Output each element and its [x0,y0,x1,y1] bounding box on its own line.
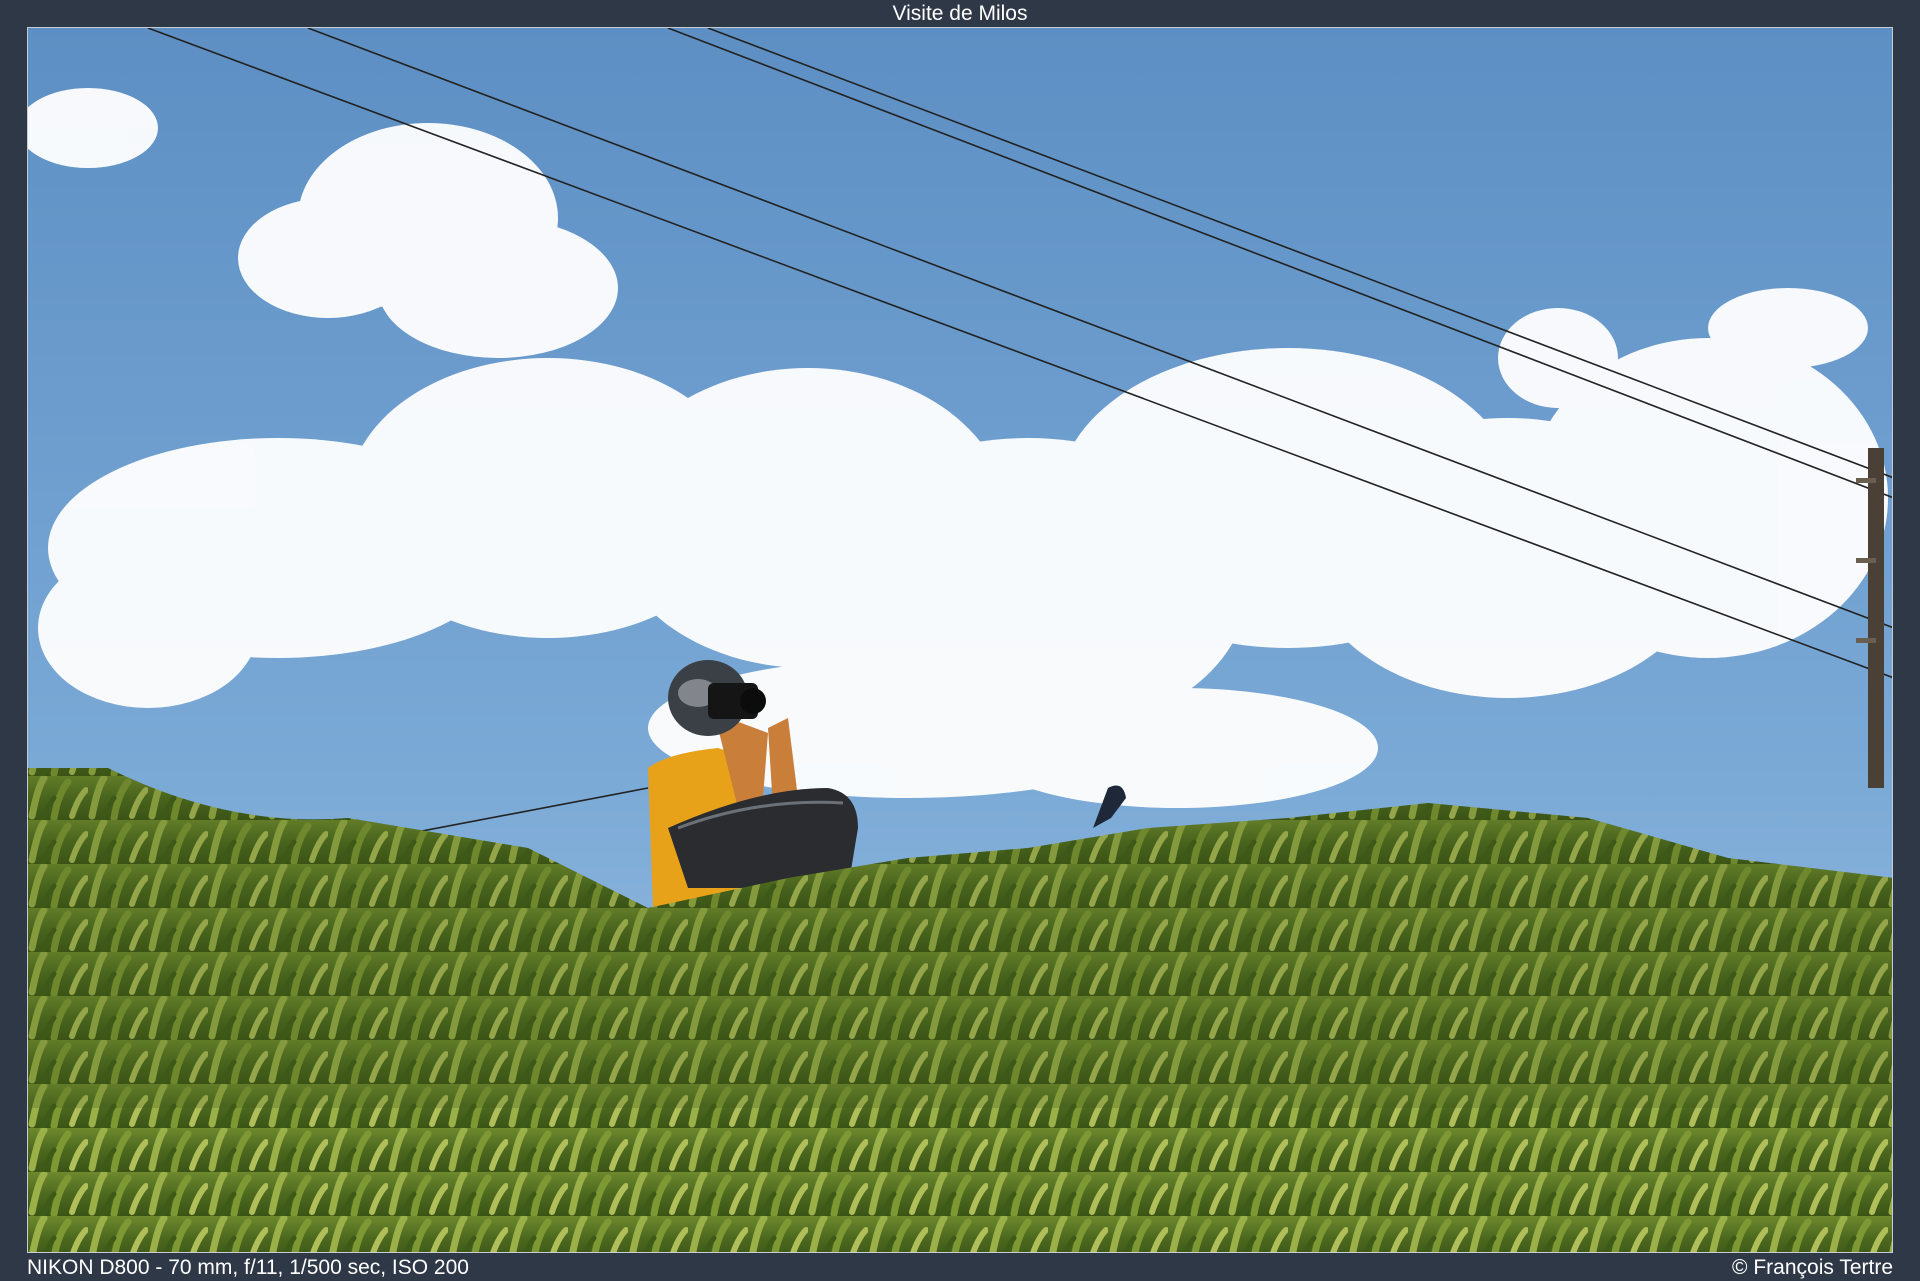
photograph [27,27,1893,1253]
photo-title: Visite de Milos [892,2,1028,25]
photo-scene [28,28,1892,1252]
copyright-caption: © François Tertre [1732,1256,1893,1279]
exif-caption: NIKON D800 - 70 mm, f/11, 1/500 sec, ISO… [27,1256,469,1279]
